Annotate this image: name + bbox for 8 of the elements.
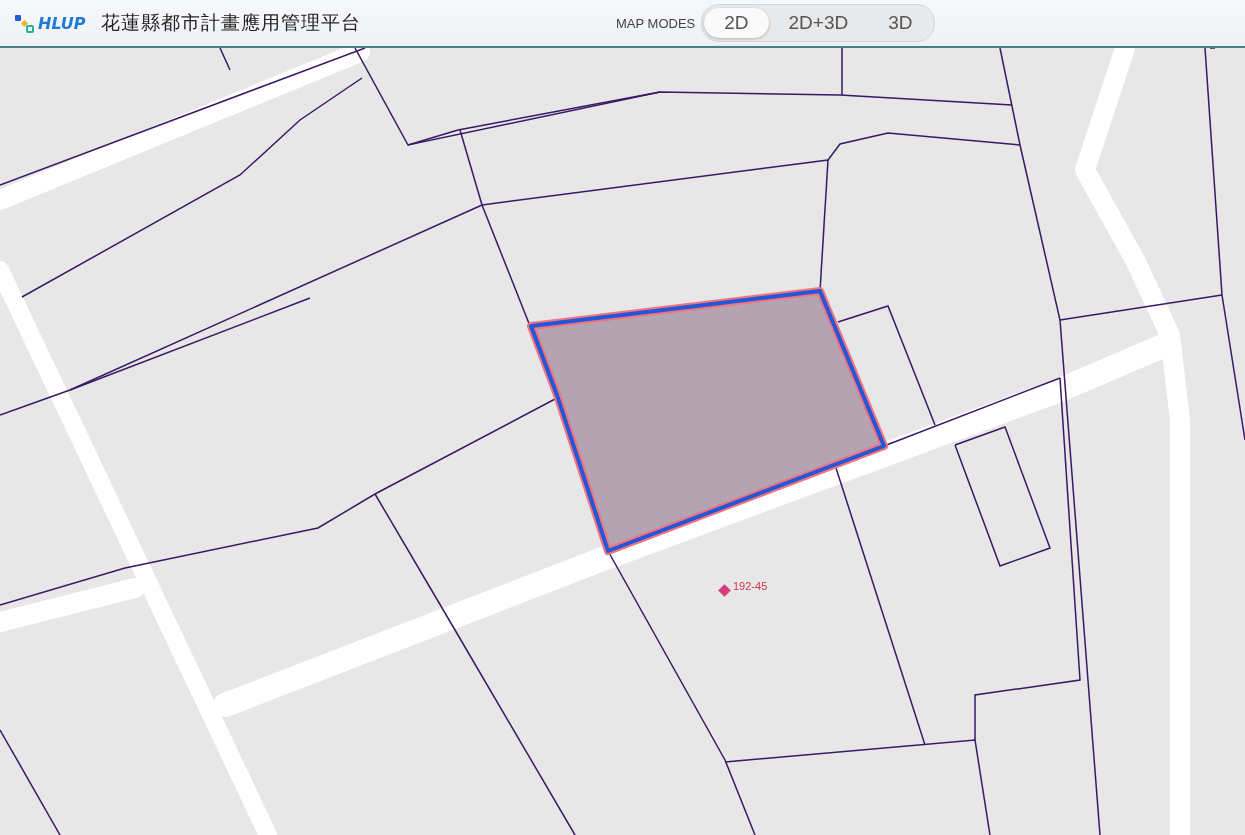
map-mode-option[interactable]: 2D: [704, 8, 769, 38]
map-mode-option[interactable]: 2D+3D: [768, 8, 869, 38]
logo-text: HLUP: [38, 13, 86, 33]
logo-icon: [14, 13, 34, 33]
map-modes-label: MAP MODES: [616, 15, 696, 31]
app-title: 花蓮縣都市計畫應用管理平台: [101, 10, 362, 35]
map-mode-option[interactable]: 3D: [868, 8, 933, 38]
parcel-label: 192-45: [733, 580, 768, 592]
